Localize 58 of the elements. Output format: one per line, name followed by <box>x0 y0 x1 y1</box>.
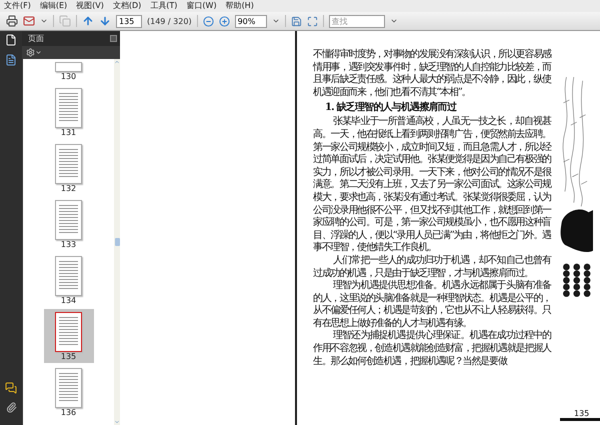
thumbnail-page-drawing <box>55 256 82 296</box>
pages-icon[interactable] <box>5 34 17 46</box>
menu-item[interactable]: 工具(T) <box>150 0 178 12</box>
page-label: 132 <box>60 184 76 194</box>
caret-icon[interactable] <box>272 17 280 25</box>
settings-icon[interactable] <box>26 48 35 57</box>
thumbnail-page-drawing <box>55 144 82 184</box>
page-thumbnail[interactable]: 131 <box>44 85 94 139</box>
page-thumbnail[interactable]: 130 <box>44 59 94 83</box>
panel-title: 页面 <box>28 33 44 44</box>
menu-item[interactable]: 视图(V) <box>76 0 104 12</box>
body-paragraph: 理智为机遇提供思想准备。机遇永远都属于头脑有准备的人，这里说的头脑准备就是一种理智状态。机遇是公平的，从不偏爱任何人；机遇是苛刻的，它也从不让人轻易获得。只有在思想上做好准备的人才与机遇有缘。 <box>313 280 551 330</box>
scrollbar-thumb[interactable] <box>114 238 120 246</box>
menu-item[interactable]: 编辑(E) <box>40 0 68 12</box>
body-paragraph: 人们常把一些人的成功归功于机遇，却不知自己也曾有过成功的机遇，只是由于缺乏理智，才与机遇擦肩而过。 <box>313 254 551 280</box>
page-thumbnail[interactable]: 135 <box>44 309 94 363</box>
fit-page-icon[interactable] <box>306 16 318 26</box>
menu-item[interactable]: 窗口(W) <box>186 0 217 12</box>
paperclip-icon[interactable] <box>6 402 16 413</box>
down-arrow-icon[interactable] <box>99 15 111 27</box>
page-number-field[interactable]: 135 <box>116 14 142 28</box>
zoom-field[interactable]: 90% <box>234 14 267 28</box>
zoom-in-icon[interactable] <box>218 16 230 26</box>
thumbnail-page-drawing <box>55 368 82 408</box>
thumbnail-page-drawing <box>55 200 82 240</box>
search-field[interactable]: 查找 <box>328 14 385 28</box>
menu-item[interactable]: 文件(F) <box>4 0 31 12</box>
page-label: 131 <box>60 128 76 138</box>
body-paragraph: 张某毕业于一所普通高校，人虽无一技之长，却自视甚高。一天，他在报纸上看到两则招聘广告，便贸然前去应聘。第一家公司规模较小，成立时间又短，而且急需人才，所以经过简单面试后，决定试用他。张某便觉得是因为自己有极强的实力，所以才被公司录用。一天下来，他对公司的情况不是很满意。第二天没有上班，又去了另一家公司面试。这家公司规模大，要求也高，张某没有通过考试。张某觉得很委屈，认为公司没录用他很不公平，但又找不到其他工作，就想回到第一家应聘的公司。可是，第一家公司规模虽小，也不愿用这种盲目、浮躁的人，便以“录用人员已满”为由，将他拒之门外。遇事不理智，使他错失工作良机。 <box>313 116 551 254</box>
page-label: 135 <box>60 352 76 362</box>
caret-icon[interactable] <box>390 17 398 25</box>
caret-icon[interactable] <box>35 49 42 56</box>
menu-item[interactable]: 帮助(H) <box>226 0 254 12</box>
page-thumbnail[interactable]: 132 <box>44 141 94 195</box>
print-icon[interactable] <box>6 15 18 27</box>
section-heading: 1. 缺乏理智的人与机遇擦肩而过 <box>325 101 458 116</box>
page-label: 136 <box>60 408 76 418</box>
menu-item[interactable]: 文档(D) <box>112 0 142 12</box>
page-number: 135 <box>574 409 590 418</box>
page-label: 130 <box>60 72 76 82</box>
thumbnail-page-drawing <box>55 312 82 352</box>
comments-icon[interactable] <box>5 382 17 394</box>
page-label: 133 <box>60 240 76 250</box>
page-thumbnail[interactable]: 133 <box>44 197 94 251</box>
up-arrow-icon[interactable] <box>82 15 94 27</box>
body-paragraph: 理智还为捕捉机遇提供心理保证。机遇在成功过程中的作用不容忽视，创造机遇就能创造财富，把握机遇就是把握人生。那么如何创造机遇，把握机遇呢？当然是要做 <box>313 330 551 368</box>
zoom-out-icon[interactable] <box>202 16 214 26</box>
thumbnail-page-drawing <box>55 88 82 128</box>
page-label: 134 <box>60 296 76 306</box>
save-icon[interactable] <box>290 16 302 26</box>
body-paragraph: 不懂得审时度势，对事物的发展没有深刻认识，所以更容易感情用事，遇到突发事件时，缺乏理智的人自控能力比较差，而且事后缺乏责任感。这种人最大的弱点是不冷静，因此，纵使机遇迎面而来，他们也看不清其“本相”。 <box>313 49 551 100</box>
page-thumbnail[interactable]: 136 <box>44 365 94 419</box>
document-icon[interactable] <box>5 54 17 66</box>
mail-icon[interactable] <box>23 15 35 27</box>
caret-icon[interactable] <box>40 17 48 25</box>
page-count: (149 / 320) <box>147 16 192 26</box>
page-thumbnail[interactable]: 134 <box>44 253 94 307</box>
thumbnail-page-drawing <box>55 62 82 72</box>
